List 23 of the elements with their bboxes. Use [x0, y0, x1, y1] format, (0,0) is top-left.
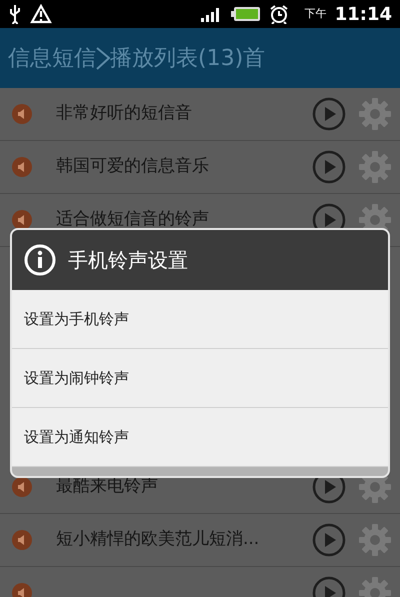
battery-icon [230, 6, 261, 22]
clock-time: 11:14 [334, 2, 392, 26]
time-period: 下午 [304, 6, 327, 22]
dialog-option[interactable]: 设置为手机铃声 [12, 290, 388, 349]
track-title[interactable]: 短小精悍的欧美范儿短消... [56, 527, 308, 553]
alarm-clock-icon [268, 4, 289, 24]
speaker-icon [12, 477, 32, 497]
track-title[interactable]: 韩国可爱的信息音乐 [56, 154, 308, 180]
breadcrumb-current: 播放列表(13)首 [110, 44, 266, 72]
dialog-title: 手机铃声设置 [68, 247, 188, 274]
dialog-option[interactable]: 设置为闹钟铃声 [12, 349, 388, 408]
dialog-option[interactable]: 设置为通知铃声 [12, 408, 388, 467]
breadcrumb-separator-icon [96, 45, 110, 71]
info-icon [24, 244, 56, 276]
speaker-icon [12, 210, 32, 230]
speaker-icon [12, 157, 32, 177]
speaker-icon [12, 530, 32, 550]
warning-icon [30, 4, 52, 24]
track-title[interactable]: 非常好听的短信音 [56, 101, 308, 127]
usb-icon [8, 4, 22, 24]
breadcrumb-parent[interactable]: 信息短信 [8, 42, 96, 74]
speaker-icon [12, 583, 32, 597]
speaker-icon [12, 104, 32, 124]
